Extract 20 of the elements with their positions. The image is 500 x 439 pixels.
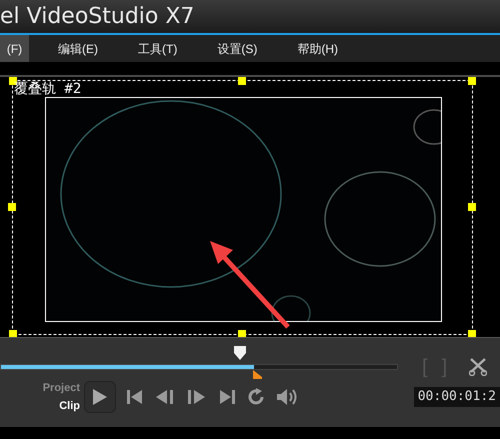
play-icon [92,388,108,406]
menu-item[interactable]: 工具(T) [127,35,188,62]
mode-toggle[interactable]: Clip [59,399,80,413]
play-button[interactable] [84,381,116,413]
skip-start-icon[interactable] [126,389,144,405]
window-title: el VideoStudio X7 [0,3,194,31]
mode-toggle[interactable]: Project [42,381,80,395]
menu-item[interactable]: (F) [0,35,29,62]
menu-item[interactable]: 帮助(H) [286,35,349,62]
scrubber-track[interactable] [0,364,398,370]
skip-end-icon[interactable] [218,389,236,405]
previous-frame-icon[interactable] [154,389,176,405]
scissors-icon[interactable] [469,358,488,376]
volume-icon[interactable] [276,388,298,406]
menu-item[interactable]: 设置(S) [206,35,268,62]
menu-item[interactable]: 编辑(E) [47,35,109,62]
track-label: 覆叠轨 #2 [14,82,82,96]
timecode: 00:00:01:2 [414,387,500,407]
playhead-icon[interactable] [232,345,247,361]
repeat-icon[interactable] [246,388,266,406]
